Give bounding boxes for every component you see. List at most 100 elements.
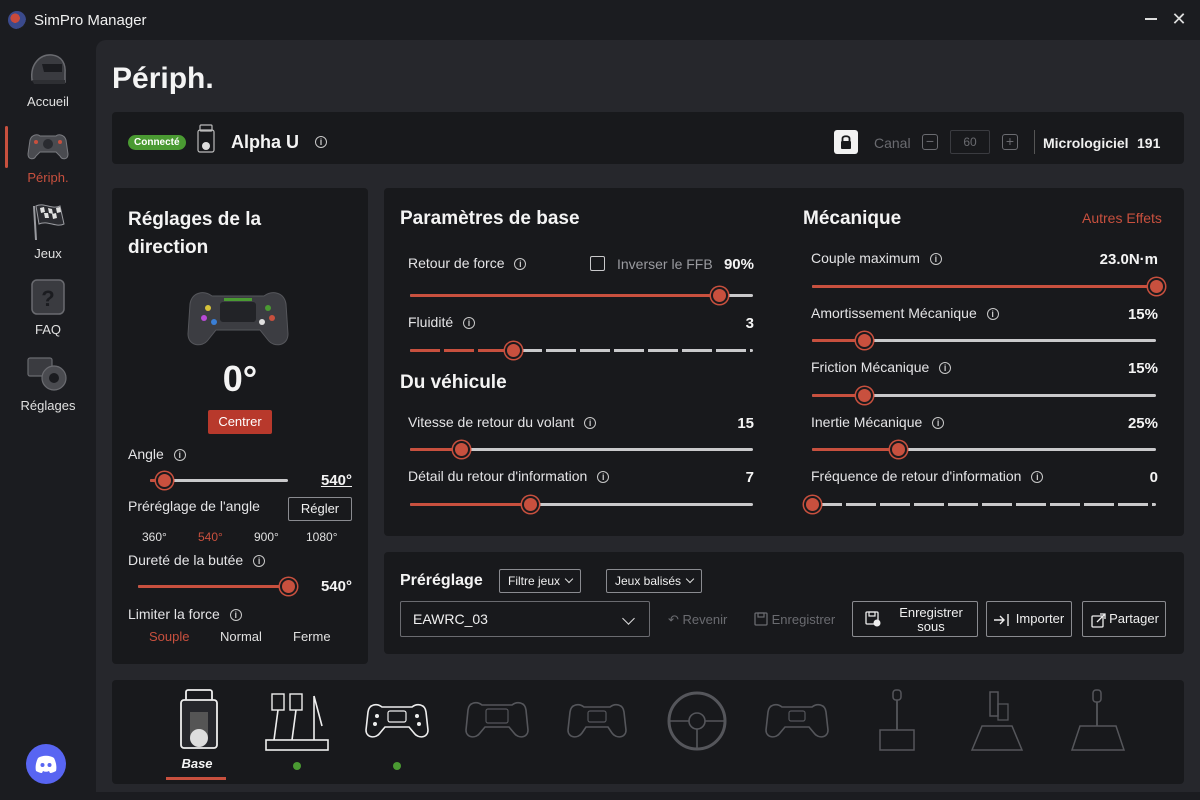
feedback-detail-slider[interactable] bbox=[410, 496, 753, 513]
info-icon[interactable]: i bbox=[253, 555, 266, 568]
invert-ffb-checkbox[interactable] bbox=[590, 256, 605, 271]
other-effects-link[interactable]: Autres Effets bbox=[1082, 210, 1162, 226]
slider-knob[interactable] bbox=[155, 472, 173, 489]
inertia-slider[interactable] bbox=[812, 441, 1156, 458]
force-limit-normal[interactable]: Normal bbox=[220, 629, 262, 644]
device-wheel-1[interactable] bbox=[362, 686, 432, 760]
slider-knob[interactable] bbox=[710, 287, 728, 304]
stop-hardness-slider[interactable] bbox=[138, 578, 297, 595]
device-handbrake[interactable] bbox=[962, 686, 1032, 760]
save-as-label: Enregistrer sous bbox=[899, 605, 963, 634]
settings-icon bbox=[27, 357, 67, 391]
chevron-down-icon bbox=[685, 574, 695, 584]
preset-select[interactable]: EAWRC_03 bbox=[400, 601, 650, 637]
device-wheel-2[interactable] bbox=[462, 686, 532, 760]
inertia-label: Inertie Mécanique i bbox=[811, 414, 945, 430]
revert-label: Revenir bbox=[682, 612, 728, 627]
slider-knob[interactable] bbox=[855, 332, 873, 349]
filter-games-dropdown[interactable]: Filtre jeux bbox=[499, 569, 582, 593]
return-speed-label-text: Vitesse de retour du volant bbox=[408, 414, 575, 430]
base-device-icon bbox=[197, 124, 215, 153]
device-shifter[interactable] bbox=[862, 686, 932, 760]
feedback-frequency-slider[interactable] bbox=[804, 496, 1156, 513]
return-speed-slider[interactable] bbox=[410, 441, 753, 458]
info-icon[interactable]: i bbox=[932, 417, 945, 430]
slider-knob[interactable] bbox=[1148, 278, 1165, 295]
set-angle-button[interactable]: Régler bbox=[288, 497, 352, 521]
torque-label: Couple maximum i bbox=[811, 250, 942, 266]
slider-knob[interactable] bbox=[522, 496, 540, 513]
info-icon[interactable]: i bbox=[463, 317, 476, 330]
damping-slider[interactable] bbox=[812, 332, 1156, 349]
canal-input[interactable]: 60 bbox=[950, 130, 990, 154]
torque-label-text: Couple maximum bbox=[811, 250, 920, 266]
slider-knob[interactable] bbox=[804, 496, 821, 513]
device-base-label: Base bbox=[181, 756, 213, 771]
import-button[interactable]: Importer bbox=[986, 601, 1072, 637]
sidebar-item-accueil[interactable]: Accueil bbox=[0, 46, 96, 116]
sidebar-item-reglages[interactable]: Réglages bbox=[0, 350, 96, 420]
canal-decrement-button[interactable]: − bbox=[922, 134, 938, 150]
angle-value: 540° bbox=[320, 472, 352, 489]
info-icon[interactable]: i bbox=[315, 136, 327, 148]
firmware-value: 191 bbox=[1137, 135, 1161, 151]
device-round-wheel[interactable] bbox=[662, 686, 732, 760]
steering-wheel-image bbox=[187, 292, 289, 346]
slider-knob[interactable] bbox=[504, 342, 522, 359]
info-icon[interactable]: i bbox=[584, 417, 597, 430]
slider-knob[interactable] bbox=[855, 387, 873, 404]
sidebar-item-periph[interactable]: Périph. bbox=[0, 122, 96, 192]
info-icon[interactable]: i bbox=[173, 449, 186, 462]
angle-preset-360[interactable]: 360° bbox=[142, 530, 167, 544]
minimize-button[interactable] bbox=[1140, 8, 1162, 30]
friction-slider[interactable] bbox=[812, 387, 1156, 404]
angle-preset-1080[interactable]: 1080° bbox=[306, 530, 338, 544]
feedback-frequency-label: Fréquence de retour d'information i bbox=[811, 468, 1044, 484]
angle-preset-900[interactable]: 900° bbox=[254, 530, 279, 544]
divider bbox=[1034, 130, 1035, 154]
torque-value: 23.0N·m bbox=[1099, 251, 1158, 268]
tagged-games-dropdown[interactable]: Jeux balisés bbox=[606, 569, 703, 593]
device-base[interactable] bbox=[164, 686, 234, 760]
ffb-slider[interactable] bbox=[410, 287, 753, 304]
sidebar: Accueil Périph. Jeux ? FAQ Réglages bbox=[0, 40, 96, 800]
device-pedals[interactable] bbox=[262, 686, 332, 760]
force-limit-souple[interactable]: Souple bbox=[149, 629, 189, 644]
chevron-down-icon bbox=[622, 612, 635, 625]
smoothness-slider[interactable] bbox=[410, 342, 753, 359]
angle-preset-540[interactable]: 540° bbox=[198, 530, 223, 544]
force-limit-ferme[interactable]: Ferme bbox=[293, 629, 331, 644]
center-button[interactable]: Centrer bbox=[208, 410, 272, 434]
save-as-button[interactable]: Enregistrer sous bbox=[852, 601, 978, 637]
sidebar-item-faq[interactable]: ? FAQ bbox=[0, 274, 96, 344]
save-icon bbox=[754, 612, 768, 626]
app-title: SimPro Manager bbox=[34, 12, 147, 29]
friction-value: 15% bbox=[1127, 360, 1158, 377]
preset-title: Préréglage bbox=[400, 572, 483, 589]
lock-button[interactable] bbox=[834, 130, 858, 154]
device-wheel-4[interactable] bbox=[762, 686, 832, 760]
save-button[interactable]: Enregistrer bbox=[754, 612, 835, 627]
device-wheel-3[interactable] bbox=[562, 686, 632, 760]
slider-knob[interactable] bbox=[890, 441, 907, 458]
slider-knob[interactable] bbox=[453, 441, 471, 458]
close-button[interactable]: ✕ bbox=[1168, 8, 1190, 30]
sidebar-item-jeux[interactable]: Jeux bbox=[0, 198, 96, 268]
info-icon[interactable]: i bbox=[986, 308, 999, 321]
info-icon[interactable]: i bbox=[514, 258, 527, 271]
chevron-down-icon bbox=[564, 574, 574, 584]
smoothness-label-text: Fluidité bbox=[408, 314, 454, 330]
torque-slider[interactable] bbox=[812, 278, 1165, 295]
info-icon[interactable]: i bbox=[939, 362, 952, 375]
info-icon[interactable]: i bbox=[229, 609, 242, 622]
discord-button[interactable] bbox=[26, 744, 66, 784]
stop-hardness-label-text: Dureté de la butée bbox=[128, 552, 244, 568]
device-sequential-shifter[interactable] bbox=[1062, 686, 1132, 760]
angle-slider[interactable] bbox=[150, 472, 288, 489]
info-icon[interactable]: i bbox=[1031, 471, 1044, 484]
canal-increment-button[interactable]: + bbox=[1002, 134, 1018, 150]
info-icon[interactable]: i bbox=[929, 253, 942, 266]
revert-button[interactable]: ↶ Revenir bbox=[668, 612, 727, 628]
share-button[interactable]: Partager bbox=[1082, 601, 1166, 637]
info-icon[interactable]: i bbox=[597, 471, 610, 484]
